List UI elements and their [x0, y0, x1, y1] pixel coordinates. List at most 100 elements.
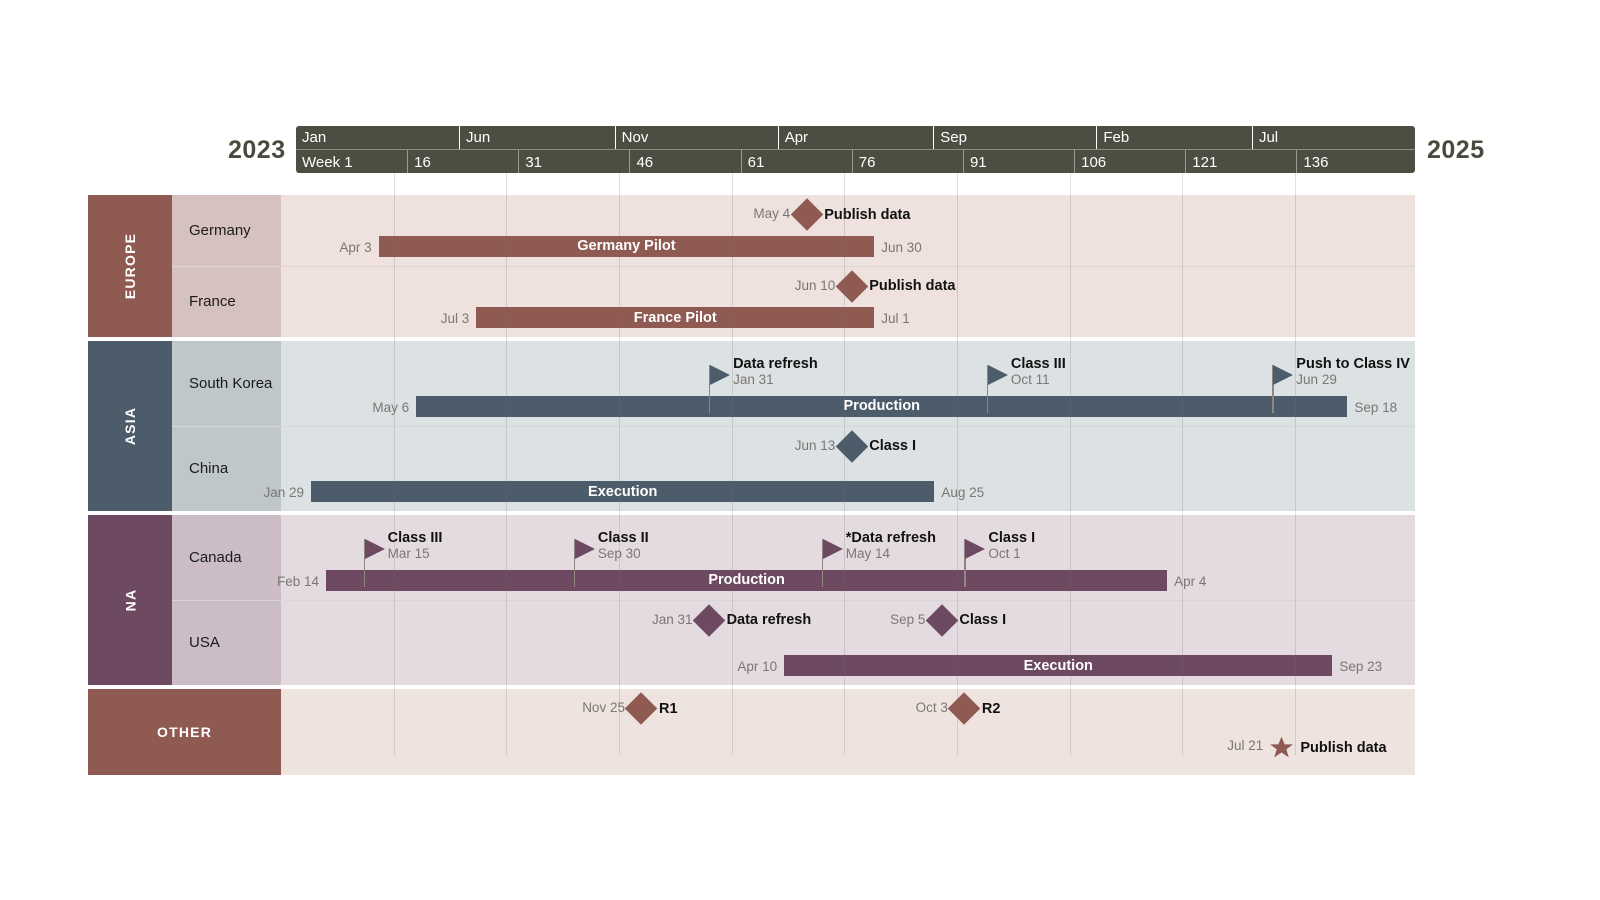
flag-pennant-icon: [364, 539, 385, 559]
group-body: South Korea Production May 6 Sep 18 Data ref…: [172, 341, 1415, 511]
gantt-bar[interactable]: Production: [326, 569, 1168, 591]
gantt-track: Execution Apr 10 Sep 23 Jan 31 Data refresh S…: [281, 600, 1415, 685]
diamond-icon: [790, 198, 823, 231]
month-cell: Jun: [459, 126, 615, 149]
milestone-title: Publish data: [824, 206, 911, 223]
gantt-diamond-milestone[interactable]: May 4 Publish data: [753, 198, 922, 231]
gantt-row: South Korea Production May 6 Sep 18 Data ref…: [172, 341, 1415, 426]
week-cell: 136: [1296, 150, 1415, 173]
flag-text: Class III Oct 11: [1011, 356, 1066, 388]
gantt-track: Nov 25 R1 Oct 3 R2 Jul 21 Publish data: [281, 689, 1415, 775]
flag-title: Class II: [597, 530, 649, 546]
gantt-group-other: OTHER Nov 25 R1 Oct 3 R2 Jul 21 Publish data: [88, 689, 1415, 775]
week-cell: 91: [962, 150, 1074, 173]
gantt-track: Production May 6 Sep 18 Data refresh Jan 31 C…: [281, 341, 1415, 426]
diamond-icon: [692, 603, 726, 637]
gantt-group-asia: ASIA South Korea Production May 6 Sep 18 Data…: [88, 341, 1415, 511]
gantt-track: Production Feb 14 Apr 4 Class III Mar 15 Clas…: [277, 515, 1415, 600]
group-label-asia: ASIA: [88, 341, 172, 511]
month-cell: Apr: [777, 126, 934, 149]
flag-title: Push to Class IV: [1296, 356, 1410, 372]
diamond-icon: [948, 692, 981, 725]
milestone-title: Class I: [959, 612, 1007, 628]
group-label-text: EUROPE: [121, 232, 138, 300]
milestone-date: May 4: [753, 206, 791, 221]
milestone-date: Jan 31: [652, 611, 693, 627]
bar-end-date: Aug 25: [941, 485, 985, 500]
week-cell: 106: [1074, 150, 1185, 173]
bar-start-date: Jan 29: [263, 485, 305, 500]
bar-end-date: Sep 18: [1354, 399, 1398, 415]
group-label-other: OTHER: [88, 689, 281, 775]
flag-date: Jun 29: [1296, 372, 1337, 387]
flag-text: Class III Mar 15: [388, 530, 443, 562]
star-icon: [1268, 735, 1294, 760]
month-cell: Jan: [302, 129, 327, 146]
flag-date: Oct 1: [988, 546, 1021, 561]
month-cell: Nov: [614, 126, 778, 149]
gantt-row: Canada Production Feb 14 Apr 4 Class III Mar …: [172, 515, 1415, 600]
flag-text: Push to Class IV Jun 29: [1296, 356, 1410, 388]
gantt-chart: 2023 2025 Jan Jun Nov Apr Sep Feb Jul Week 1 16…: [0, 0, 1600, 900]
milestone-date: Oct 3: [915, 700, 948, 715]
diamond-icon: [625, 692, 658, 725]
diamond-icon: [835, 429, 869, 463]
milestone-date: Jul 21: [1227, 738, 1264, 753]
milestone-title: Publish data: [869, 278, 956, 294]
group-body: Germany Germany Pilot Apr 3 Jun 30 May 4 Publ…: [172, 195, 1415, 337]
flag-title: *Data refresh: [845, 530, 936, 546]
diamond-icon: [925, 603, 959, 637]
timeline-week-row: Week 1 16 31 46 61 76 91 106 121 136: [296, 149, 1415, 173]
gantt-track: Germany Pilot Apr 3 Jun 30 May 4 Publish dat…: [281, 195, 1415, 266]
gantt-diamond-milestone[interactable]: Oct 3 R2: [916, 692, 1012, 725]
gantt-bar[interactable]: Production: [416, 395, 1348, 417]
gantt-diamond-milestone[interactable]: Jun 13 Class I: [795, 429, 928, 463]
gantt-bar[interactable]: Execution: [311, 481, 935, 502]
group-body: Canada Production Feb 14 Apr 4 Class III Mar …: [172, 515, 1415, 685]
milestone-date: Nov 25: [582, 700, 625, 715]
milestone-title: R2: [981, 700, 1001, 717]
group-label-text: ASIA: [122, 406, 138, 446]
bar-start-date: Apr 3: [339, 239, 372, 255]
gantt-diamond-milestone[interactable]: Sep 5 Class I: [890, 603, 1018, 637]
gantt-row: USA Execution Apr 10 Sep 23 Jan 31 Data refre…: [172, 599, 1415, 685]
week-cell: 31: [518, 150, 629, 173]
gantt-row: Germany Germany Pilot Apr 3 Jun 30 May 4 Publ…: [172, 195, 1415, 266]
flag-title: Class III: [387, 530, 443, 546]
week-cell: 121: [1185, 150, 1296, 173]
flag-date: Oct 11: [1010, 372, 1050, 387]
group-body: Nov 25 R1 Oct 3 R2 Jul 21 Publish data: [281, 689, 1415, 775]
flag-pennant-icon: [574, 539, 595, 559]
gantt-diamond-milestone[interactable]: Jun 10 Publish data: [795, 269, 967, 303]
gantt-group-europe: EUROPE Germany Germany Pilot Apr 3 Jun 30 May…: [88, 195, 1415, 337]
group-label-text: OTHER: [157, 724, 212, 740]
gantt-diamond-milestone[interactable]: Nov 25 R1: [582, 692, 689, 725]
week-cell: 46: [629, 150, 740, 173]
bar-end-date: Jun 30: [881, 239, 922, 255]
group-label-na: NA: [88, 515, 172, 685]
milestone-date: Jun 10: [794, 277, 836, 293]
row-label-france: France: [172, 266, 281, 337]
bar-end-date: Apr 4: [1174, 573, 1207, 589]
diamond-icon: [835, 269, 869, 303]
year-start-label: 2023: [228, 136, 286, 164]
flag-date: Jan 31: [733, 372, 774, 387]
milestone-date: Jun 13: [794, 437, 836, 453]
row-label-usa: USA: [172, 600, 281, 685]
gantt-bar[interactable]: Execution: [784, 655, 1333, 676]
row-label-canada: Canada: [172, 515, 281, 600]
milestone-title: Class I: [869, 438, 916, 454]
flag-pennant-icon: [822, 539, 843, 559]
gantt-row: Nov 25 R1 Oct 3 R2 Jul 21 Publish data: [281, 689, 1415, 775]
group-label-europe: EUROPE: [88, 195, 172, 337]
gantt-bar[interactable]: France Pilot: [476, 307, 875, 328]
gantt-star-milestone[interactable]: Jul 21 Publish data: [1227, 735, 1398, 760]
gantt-bar[interactable]: Germany Pilot: [378, 235, 875, 257]
row-label-south-korea: South Korea: [172, 341, 281, 426]
gantt-diamond-milestone[interactable]: Jan 31 Data refresh: [652, 603, 823, 637]
flag-title: Class III: [1010, 356, 1066, 372]
week-cell: 76: [851, 150, 963, 173]
year-end-label: 2025: [1427, 136, 1485, 164]
flag-pennant-icon: [965, 539, 986, 559]
flag-date: Mar 15: [387, 546, 430, 561]
